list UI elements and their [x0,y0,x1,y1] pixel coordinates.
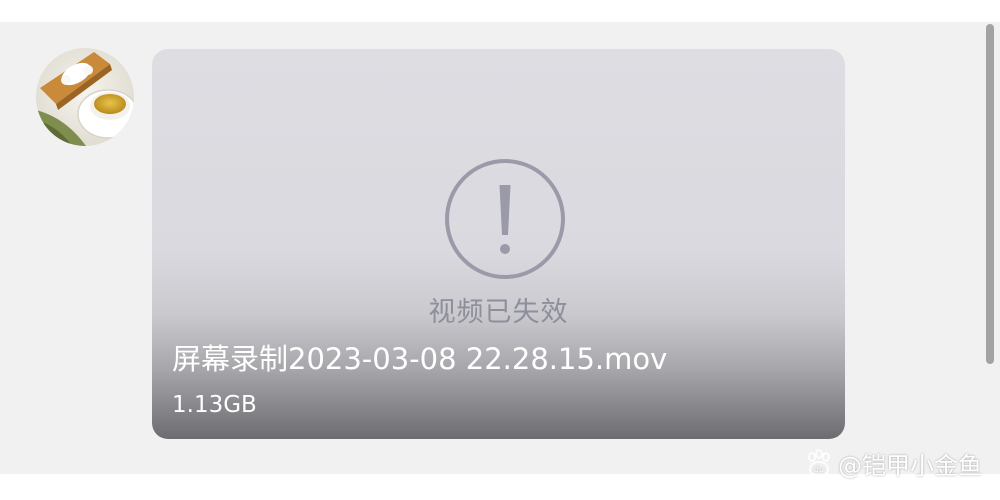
teacup-avatar-icon [36,48,134,146]
svg-text:du: du [814,465,824,474]
exclamation-circle-icon [445,159,565,279]
video-message-card[interactable]: 视频已失效 屏幕录制2023-03-08 22.28.15.mov 1.13GB [152,49,845,439]
scrollbar[interactable] [986,24,994,364]
sender-avatar[interactable] [36,48,134,146]
video-file-size: 1.13GB [172,392,257,418]
video-file-name: 屏幕录制2023-03-08 22.28.15.mov [172,342,668,376]
baidu-paw-icon: du [808,449,830,476]
watermark: du @铠甲小金鱼 [804,447,982,480]
video-expired-label: 视频已失效 [428,297,569,328]
watermark-text: @铠甲小金鱼 [838,451,982,480]
